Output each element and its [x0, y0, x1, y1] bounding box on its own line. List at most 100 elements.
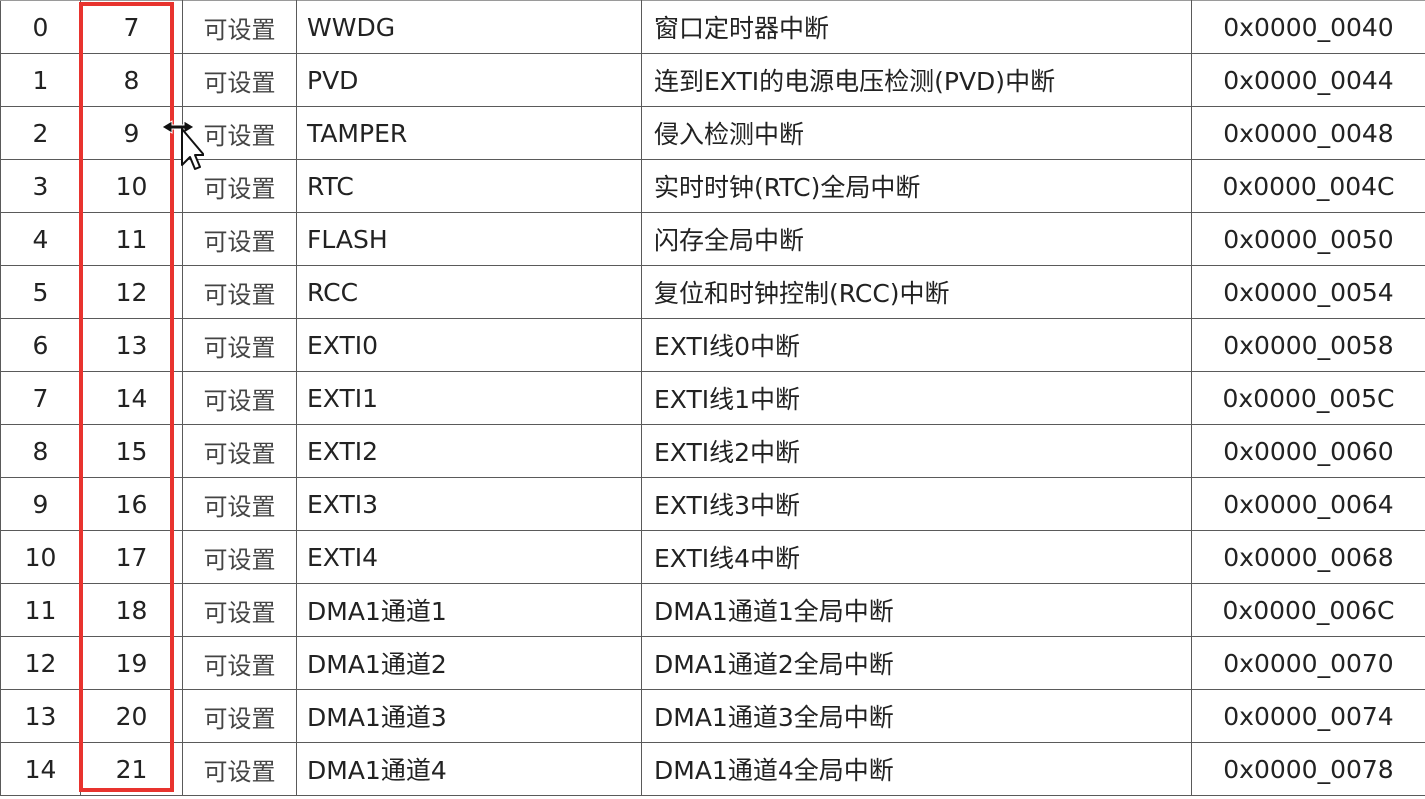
name-cell: EXTI2 — [296, 424, 642, 478]
position-cell: 12 — [0, 636, 81, 690]
position-cell: 11 — [0, 583, 81, 637]
priority-cell: 13 — [80, 318, 183, 372]
description-cell: DMA1通道2全局中断 — [641, 636, 1192, 690]
address-cell: 0x0000_0058 — [1191, 318, 1425, 372]
priority-cell: 20 — [80, 689, 183, 743]
description-cell: EXTI线0中断 — [641, 318, 1192, 372]
table-body: 0 7 可设置 WWDG 窗口定时器中断 0x0000_0040 1 8 可设置… — [0, 0, 1425, 796]
name-cell: DMA1通道1 — [296, 583, 642, 637]
priority-cell: 18 — [80, 583, 183, 637]
priority-type-cell: 可设置 — [182, 689, 297, 743]
priority-type-cell: 可设置 — [182, 424, 297, 478]
description-cell: EXTI线4中断 — [641, 530, 1192, 584]
name-cell: EXTI3 — [296, 477, 642, 531]
position-cell: 2 — [0, 106, 81, 160]
name-cell: DMA1通道2 — [296, 636, 642, 690]
description-cell: EXTI线3中断 — [641, 477, 1192, 531]
table-row: 1 8 可设置 PVD 连到EXTI的电源电压检测(PVD)中断 0x0000_… — [0, 53, 1425, 107]
description-cell: 侵入检测中断 — [641, 106, 1192, 160]
address-cell: 0x0000_0044 — [1191, 53, 1425, 107]
description-cell: 复位和时钟控制(RCC)中断 — [641, 265, 1192, 319]
description-cell: 闪存全局中断 — [641, 212, 1192, 266]
description-cell: 实时时钟(RTC)全局中断 — [641, 159, 1192, 213]
name-cell: TAMPER — [296, 106, 642, 160]
document-view: 0 7 可设置 WWDG 窗口定时器中断 0x0000_0040 1 8 可设置… — [0, 0, 1425, 799]
priority-cell: 19 — [80, 636, 183, 690]
position-cell: 4 — [0, 212, 81, 266]
position-cell: 6 — [0, 318, 81, 372]
priority-cell: 16 — [80, 477, 183, 531]
table-row: 11 18 可设置 DMA1通道1 DMA1通道1全局中断 0x0000_006… — [0, 583, 1425, 637]
priority-type-cell: 可设置 — [182, 212, 297, 266]
position-cell: 7 — [0, 371, 81, 425]
priority-type-cell: 可设置 — [182, 636, 297, 690]
name-cell: PVD — [296, 53, 642, 107]
priority-cell: 11 — [80, 212, 183, 266]
priority-cell: 7 — [80, 0, 183, 54]
table-row: 14 21 可设置 DMA1通道4 DMA1通道4全局中断 0x0000_007… — [0, 742, 1425, 796]
address-cell: 0x0000_004C — [1191, 159, 1425, 213]
priority-type-cell: 可设置 — [182, 477, 297, 531]
priority-cell: 14 — [80, 371, 183, 425]
priority-type-cell: 可设置 — [182, 0, 297, 54]
address-cell: 0x0000_0064 — [1191, 477, 1425, 531]
priority-type-cell: 可设置 — [182, 530, 297, 584]
description-cell: EXTI线1中断 — [641, 371, 1192, 425]
position-cell: 5 — [0, 265, 81, 319]
position-cell: 1 — [0, 53, 81, 107]
address-cell: 0x0000_0050 — [1191, 212, 1425, 266]
priority-type-cell: 可设置 — [182, 318, 297, 372]
table-row: 5 12 可设置 RCC 复位和时钟控制(RCC)中断 0x0000_0054 — [0, 265, 1425, 319]
priority-type-cell: 可设置 — [182, 265, 297, 319]
priority-cell: 21 — [80, 742, 183, 796]
priority-cell: 15 — [80, 424, 183, 478]
priority-cell: 10 — [80, 159, 183, 213]
name-cell: EXTI1 — [296, 371, 642, 425]
address-cell: 0x0000_0054 — [1191, 265, 1425, 319]
position-cell: 9 — [0, 477, 81, 531]
name-cell: RTC — [296, 159, 642, 213]
priority-type-cell: 可设置 — [182, 53, 297, 107]
table-row: 13 20 可设置 DMA1通道3 DMA1通道3全局中断 0x0000_007… — [0, 689, 1425, 743]
table-row: 8 15 可设置 EXTI2 EXTI线2中断 0x0000_0060 — [0, 424, 1425, 478]
table-row: 6 13 可设置 EXTI0 EXTI线0中断 0x0000_0058 — [0, 318, 1425, 372]
priority-type-cell: 可设置 — [182, 583, 297, 637]
address-cell: 0x0000_0074 — [1191, 689, 1425, 743]
address-cell: 0x0000_0048 — [1191, 106, 1425, 160]
priority-cell: 12 — [80, 265, 183, 319]
position-cell: 13 — [0, 689, 81, 743]
priority-type-cell: 可设置 — [182, 106, 297, 160]
priority-type-cell: 可设置 — [182, 742, 297, 796]
position-cell: 14 — [0, 742, 81, 796]
address-cell: 0x0000_0068 — [1191, 530, 1425, 584]
description-cell: DMA1通道3全局中断 — [641, 689, 1192, 743]
table-row: 12 19 可设置 DMA1通道2 DMA1通道2全局中断 0x0000_007… — [0, 636, 1425, 690]
name-cell: DMA1通道4 — [296, 742, 642, 796]
table-row: 2 9 可设置 TAMPER 侵入检测中断 0x0000_0048 — [0, 106, 1425, 160]
description-cell: 窗口定时器中断 — [641, 0, 1192, 54]
name-cell: WWDG — [296, 0, 642, 54]
priority-type-cell: 可设置 — [182, 371, 297, 425]
name-cell: EXTI4 — [296, 530, 642, 584]
address-cell: 0x0000_0060 — [1191, 424, 1425, 478]
position-cell: 10 — [0, 530, 81, 584]
description-cell: DMA1通道4全局中断 — [641, 742, 1192, 796]
table-row: 0 7 可设置 WWDG 窗口定时器中断 0x0000_0040 — [0, 0, 1425, 54]
priority-cell: 17 — [80, 530, 183, 584]
position-cell: 8 — [0, 424, 81, 478]
name-cell: RCC — [296, 265, 642, 319]
table-row: 3 10 可设置 RTC 实时时钟(RTC)全局中断 0x0000_004C — [0, 159, 1425, 213]
description-cell: DMA1通道1全局中断 — [641, 583, 1192, 637]
table-row: 7 14 可设置 EXTI1 EXTI线1中断 0x0000_005C — [0, 371, 1425, 425]
table-row: 10 17 可设置 EXTI4 EXTI线4中断 0x0000_0068 — [0, 530, 1425, 584]
address-cell: 0x0000_0078 — [1191, 742, 1425, 796]
priority-cell: 9 — [80, 106, 183, 160]
position-cell: 0 — [0, 0, 81, 54]
address-cell: 0x0000_0070 — [1191, 636, 1425, 690]
address-cell: 0x0000_005C — [1191, 371, 1425, 425]
name-cell: FLASH — [296, 212, 642, 266]
address-cell: 0x0000_0040 — [1191, 0, 1425, 54]
priority-cell: 8 — [80, 53, 183, 107]
description-cell: 连到EXTI的电源电压检测(PVD)中断 — [641, 53, 1192, 107]
name-cell: EXTI0 — [296, 318, 642, 372]
